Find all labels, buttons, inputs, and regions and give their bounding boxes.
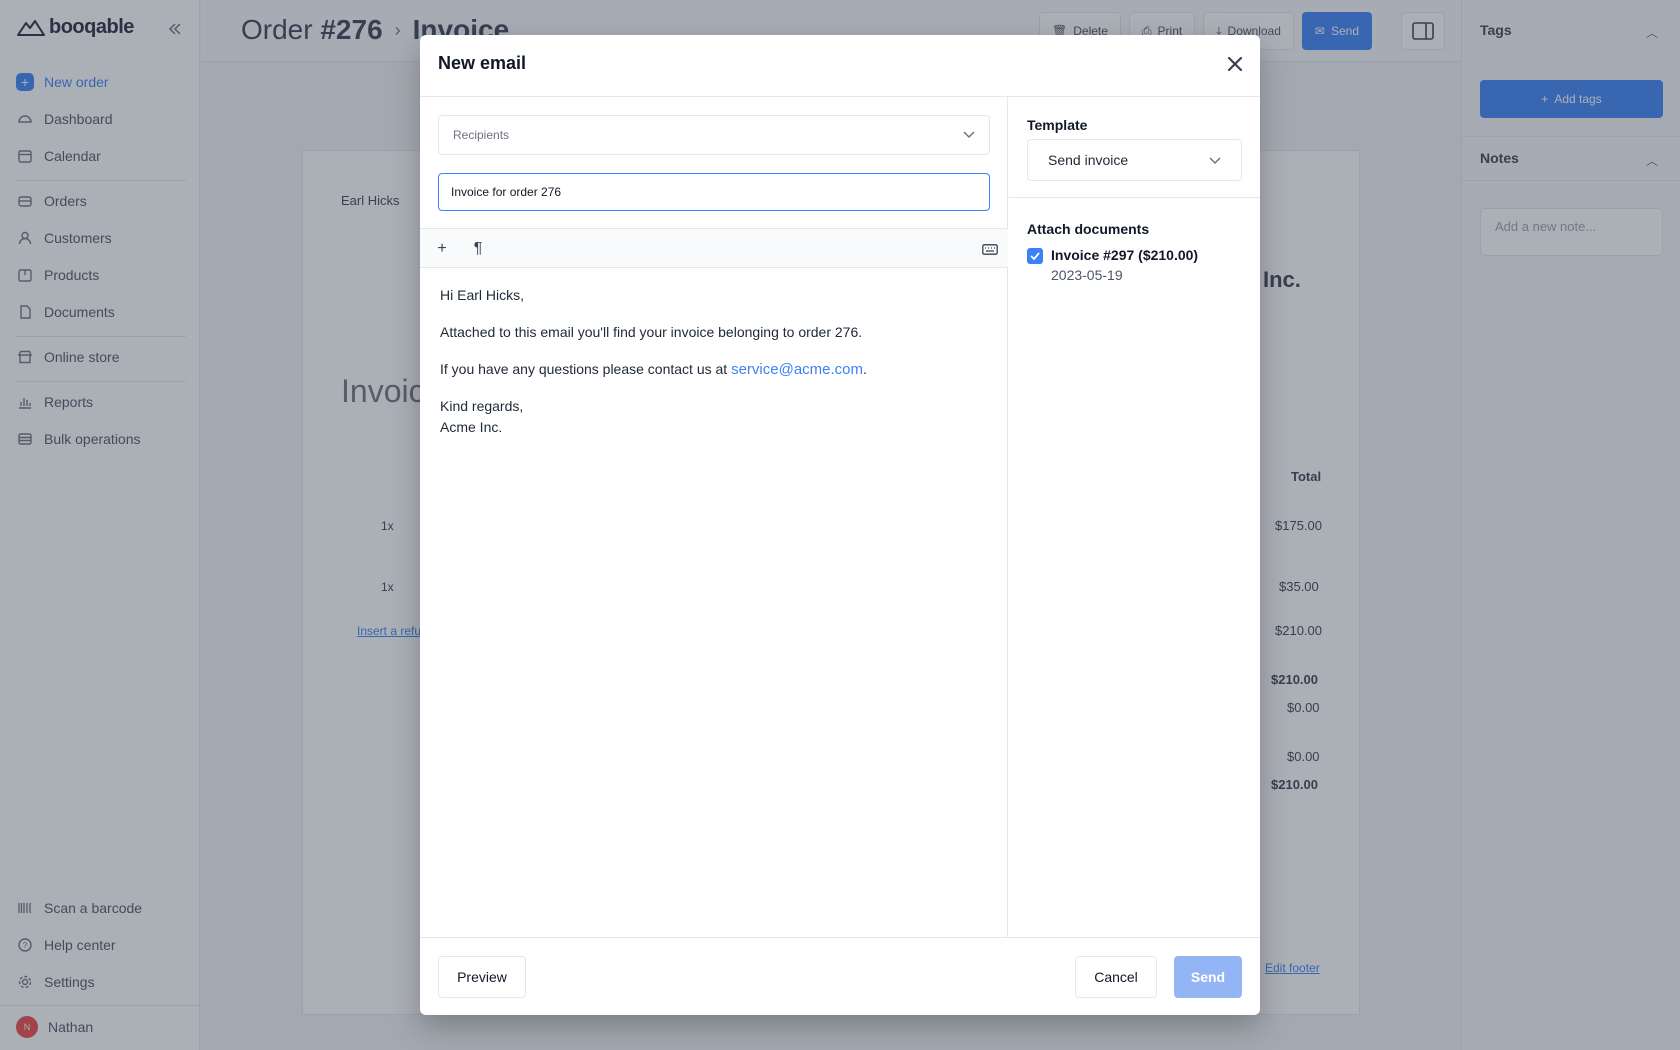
- chevron-down-icon: [1209, 152, 1221, 168]
- body-contact-line: If you have any questions please contact…: [440, 361, 867, 378]
- recipients-select[interactable]: Recipients: [438, 115, 990, 155]
- modal-header: New email: [420, 35, 1260, 97]
- attachment-checkbox[interactable]: [1027, 248, 1043, 264]
- template-value: Send invoice: [1048, 152, 1129, 168]
- check-icon: [1030, 252, 1040, 260]
- email-compose: Recipients + ¶ Hi Earl Hicks, Attached t…: [420, 97, 1008, 937]
- preview-button[interactable]: Preview: [438, 956, 526, 998]
- close-icon: [1228, 57, 1242, 71]
- paragraph-icon: ¶: [473, 240, 483, 257]
- body-signoff: Kind regards, Acme Inc.: [440, 398, 524, 435]
- support-email-link[interactable]: service@acme.com: [731, 361, 863, 378]
- keyboard-icon: [982, 243, 998, 255]
- body-line: Attached to this email you'll find your …: [440, 324, 863, 340]
- close-button[interactable]: [1220, 49, 1250, 79]
- modal-title: New email: [438, 53, 527, 73]
- attachment-date: 2023-05-19: [1051, 267, 1123, 283]
- editor-toolbar: + ¶: [420, 228, 1008, 268]
- attachment-name: Invoice #297 ($210.00): [1051, 247, 1199, 263]
- attach-documents-label: Attach documents: [1027, 221, 1150, 237]
- insert-button[interactable]: +: [430, 237, 454, 261]
- template-select[interactable]: Send invoice: [1027, 139, 1242, 181]
- subject-input[interactable]: [438, 173, 990, 211]
- recipients-placeholder: Recipients: [453, 128, 510, 142]
- email-body[interactable]: Hi Earl Hicks, Attached to this email yo…: [440, 285, 990, 454]
- chevron-down-icon: [963, 128, 975, 142]
- modal-footer: Preview Cancel Send: [420, 937, 1260, 1015]
- options-divider: [1009, 197, 1260, 198]
- email-options: Template Send invoice Attach documents I…: [1009, 97, 1260, 937]
- keyboard-shortcuts-button[interactable]: [978, 237, 1002, 261]
- paragraph-button[interactable]: ¶: [466, 237, 490, 261]
- attachment-item: Invoice #297 ($210.00) 2023-05-19: [1027, 247, 1198, 283]
- send-button[interactable]: Send: [1174, 956, 1242, 998]
- plus-icon: +: [437, 240, 447, 257]
- new-email-modal: New email Recipients + ¶ Hi Earl Hicks, …: [420, 35, 1260, 1015]
- template-label: Template: [1027, 117, 1088, 133]
- cancel-button[interactable]: Cancel: [1075, 956, 1157, 998]
- body-greeting: Hi Earl Hicks,: [440, 287, 525, 303]
